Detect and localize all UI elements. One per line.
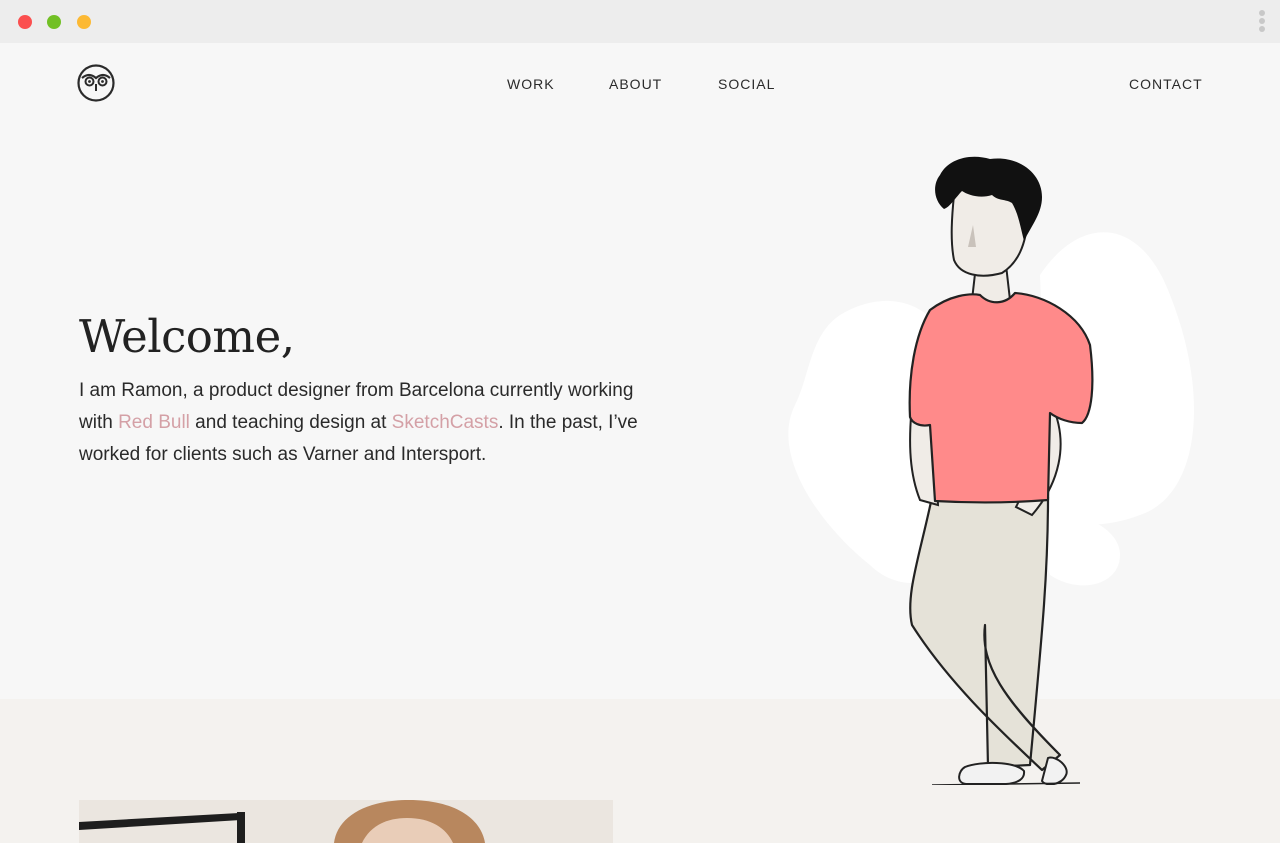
intro-text-2: and teaching design at [189,412,392,433]
nav-social-link[interactable]: SOCIAL [718,76,775,92]
nav-work-link[interactable]: WORK [507,76,555,92]
red-bull-link[interactable]: Red Bull [118,412,190,433]
welcome-heading: Welcome, [79,310,295,363]
character-illustration [788,156,1194,785]
intro-paragraph: I am Ramon, a product designer from Barc… [79,375,639,471]
page: WORK ABOUT SOCIAL CONTACT Welcome, I am … [0,43,1280,843]
minimize-window-button[interactable] [77,15,91,29]
nav-contact-link[interactable]: CONTACT [1129,76,1203,92]
vertical-dots-icon[interactable] [1258,10,1266,34]
profile-photo [79,800,613,843]
browser-window-bar [0,0,1280,43]
main-navigation: WORK ABOUT SOCIAL CONTACT [0,76,1280,96]
maximize-window-button[interactable] [47,15,61,29]
nav-about-link[interactable]: ABOUT [609,76,662,92]
sketchcasts-link[interactable]: SketchCasts [392,412,499,433]
close-window-button[interactable] [18,15,32,29]
